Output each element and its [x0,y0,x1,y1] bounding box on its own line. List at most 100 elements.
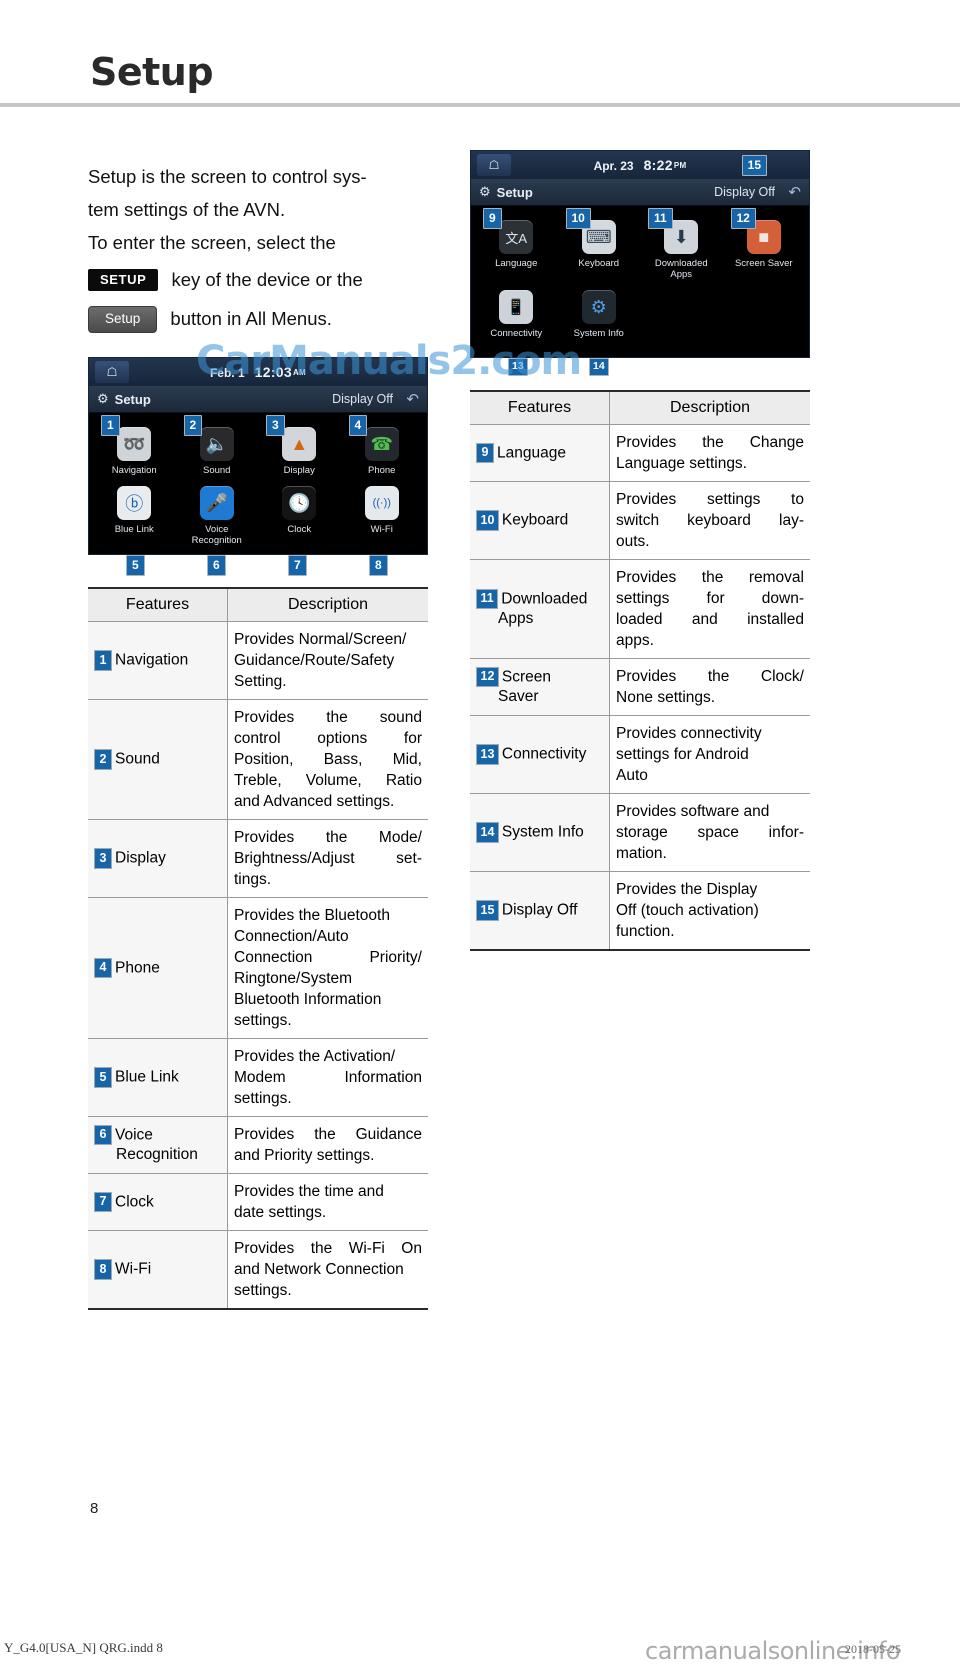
table-row: 12 Screen Saver Provides the Clock/None setti… [470,658,810,716]
callout-8: 8 [369,555,388,576]
description-line: mation. [616,845,667,862]
intro-line-2-text: tem settings of the AVN. [88,199,286,220]
table-body-left: 1 Navigation Provides Normal/Screen/Guidan… [88,621,428,1310]
description-line: and Network Connection [234,1261,404,1278]
avn-tile-voice-recognition[interactable]: 🎤 Voice Recognition [176,486,259,546]
description-line: Provides settings to [616,491,804,508]
callout-2: 2 [183,415,203,436]
avn-screenshot-left: ☖ Feb. 1 12:03AM ⚙ Setup Display Off ↶ 1 … [88,357,428,555]
table-row: 13 Connectivity Provides connectivity setti… [470,715,810,794]
avn-tile-navigation[interactable]: 1 ➿ Navigation [93,415,176,476]
back-arrow-icon[interactable]: ↶ [406,390,419,408]
callout-row-left: 5 6 7 8 [88,555,428,577]
table-row: 2 Sound Provides the sound control options for P… [88,699,428,820]
description-cell: Provides connectivity settings for Androi… [609,715,810,794]
table-row: 15 Display Off Provides the Display Off (to… [470,871,810,951]
display-off-button-left[interactable]: Display Off [332,392,393,406]
description-line: Provides the Display [616,881,758,898]
description-line: Provides the Change [616,434,804,451]
intro-line-5: Setup button in All Menus. [88,302,428,335]
feature-cell: 13 Connectivity [470,715,610,794]
feature-cell: 2 Sound [88,699,228,820]
avn-tile-display[interactable]: 3 ▲ Display [258,415,341,476]
description-cell: Provides settings to switch keyboard lay-outs… [609,481,810,560]
avn-title-right: Setup [496,184,533,200]
feature-name: Clock [115,1193,154,1211]
blue-link-icon: ⓑ [117,486,152,520]
avn-tile-language[interactable]: 9 文A Language [475,208,558,280]
footer-date: 2018-05-25 [845,1642,901,1656]
avn-tile-grid-left: 1 ➿ Navigation 2 🔈 Sound 3 ▲ Display 4 ☎… [89,413,427,546]
feature-cell: 5 Blue Link [88,1038,228,1117]
feature-cell: 9 Language [470,424,610,482]
feature-name: Voice [115,1126,153,1144]
avn-tile-phone[interactable]: 4 ☎ Phone [341,415,424,476]
description-cell: Provides Normal/Screen/Guidance/Route/Sa… [227,621,428,700]
avn-tile-screen-saver[interactable]: 12 ■ Screen Saver [723,208,806,280]
avn-clock-left: Feb. 1 12:03AM [89,364,427,380]
description-line: and Priority settings. [234,1147,375,1164]
table-row: 4 Phone Provides the Bluetooth Connection/A… [88,897,428,1039]
callout-number-badge: 4 [94,957,112,979]
description-line: Setting. [234,673,287,690]
description-line: None settings. [616,689,716,706]
table-header-row: Features Description [470,390,810,425]
display-off-button-right[interactable]: Display Off [714,185,775,199]
feature-cell: 14 System Info [470,793,610,872]
table-row: 6 Voice Recognition Provides the Guidance and … [88,1116,428,1174]
connectivity-icon: 📱 [499,290,534,324]
feature-name: Language [497,444,566,462]
description-line: apps. [616,632,654,649]
avn-tile-grid-right: 9 文A Language 10 ⌨ Keyboard 11 ⬇ Downloa… [471,206,809,339]
page-number: 8 [90,1500,99,1517]
table-row: 14 System Info Provides software and storag… [470,793,810,872]
avn-tile-sound[interactable]: 2 🔈 Sound [176,415,259,476]
setup-key-chip[interactable]: SETUP [88,269,159,291]
callout-10: 10 [565,208,591,229]
avn-tile-keyboard[interactable]: 10 ⌨ Keyboard [558,208,641,280]
description-line: Provides Normal/Screen/ [234,631,407,648]
description-line: Auto [616,767,648,784]
description-line: storage space infor- [616,824,804,841]
avn-tile-connectivity[interactable]: 📱 Connectivity [475,290,558,339]
intro-line-1-text: Setup is the screen to control sys- [88,166,367,187]
avn-tile-clock[interactable]: 🕓 Clock [258,486,341,546]
feature-name: Keyboard [501,511,569,529]
avn-time-left: 12:03 [254,364,292,380]
column-header-description: Description [227,587,428,622]
setup-button-chip[interactable]: Setup [88,306,158,333]
callout-number-badge: 5 [94,1067,112,1088]
phone-icon: ☎ [364,427,399,461]
callout-3: 3 [266,415,285,436]
avn-tile-label: Voice Recognition [191,524,242,546]
intro-line-4: SETUP key of the device or the [88,263,428,296]
description-line: Connection Priority/ [234,949,422,966]
avn-tile-downloaded-apps[interactable]: 11 ⬇ Downloaded Apps [640,208,723,280]
back-arrow-icon[interactable]: ↶ [788,183,801,201]
description-line: Treble, Volume, Ratio [234,772,422,789]
feature-name: Display Off [501,901,578,919]
description-line: Provides the Guidance [234,1126,422,1143]
avn-title-left: Setup [114,391,151,407]
avn-tile-label: Blue Link [114,524,154,535]
avn-tile-label: Wi-Fi [370,524,393,535]
avn-tile-wifi[interactable]: ((·)) Wi-Fi [341,486,424,546]
speaker-icon: 🔈 [199,427,234,461]
header-divider [0,103,960,107]
avn-tile-system-info[interactable]: ⚙ System Info [558,290,641,339]
feature-cell: 8 Wi-Fi [88,1230,228,1310]
callout-number-badge: 10 [476,510,499,531]
description-line: Provides the sound [234,709,422,726]
feature-name: Screen [501,668,552,686]
feature-name: Blue Link [115,1068,179,1086]
description-line: Brightness/Adjust set- [234,850,422,867]
callout-14: 14 [589,358,609,376]
callout-1: 1 [101,415,120,436]
description-cell: Provides the Guidance and Priority settings… [227,1116,428,1174]
avn-tile-blue-link[interactable]: ⓑ Blue Link [93,486,176,546]
callout-number-badge: 3 [94,848,112,869]
feature-name-line2: Apps [498,610,534,628]
description-cell: Provides the Activation/Modem Information… [227,1038,428,1117]
footer-file-name: Y_G4.0[USA_N] QRG.indd 8 [4,1640,163,1655]
description-cell: Provides the Clock/None settings. [609,658,810,716]
